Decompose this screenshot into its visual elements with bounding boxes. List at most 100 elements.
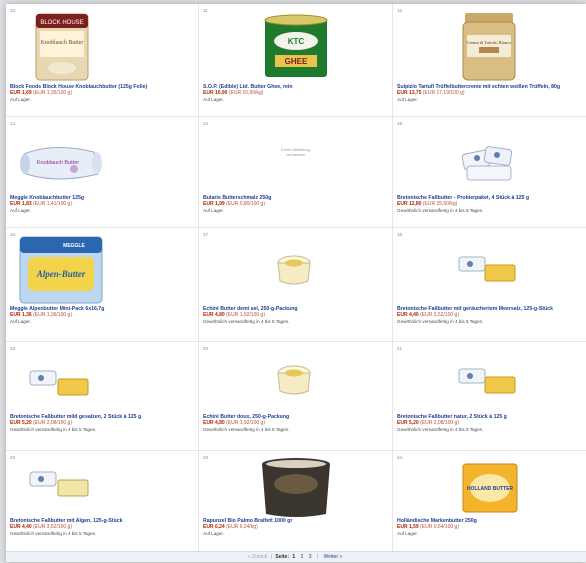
alpen-brand: MEGGLE bbox=[63, 243, 85, 249]
product-unit-price: (EUR 1,35/100 g) bbox=[33, 90, 72, 97]
product-price: EUR 5,20 bbox=[397, 420, 419, 427]
product-listing-page: 10. BLOCK HOUSE Knoblauch Butter Block F… bbox=[6, 4, 586, 562]
product-price: EUR 12,80 bbox=[397, 201, 422, 208]
product-card: 18. Bretonische Faßbutter mit geräuchert… bbox=[393, 228, 586, 342]
butter-block-icon bbox=[458, 256, 516, 282]
product-image-echire-tub[interactable] bbox=[199, 235, 392, 305]
pagination-page-link[interactable]: 2 bbox=[301, 554, 304, 560]
product-price-line: EUR 1,99 (EUR 0,80/100 g) bbox=[203, 201, 388, 208]
tub-icon bbox=[277, 255, 311, 285]
product-card: 21. Bretonische Faßbutter natur, 2 Stück… bbox=[393, 342, 586, 451]
product-card: 23. Rapunzel Bio Palmo Bratfett 1000 gr … bbox=[199, 451, 393, 556]
product-unit-price: (EUR 1,36/100 g) bbox=[33, 312, 72, 319]
product-unit-price: (EUR 2,08/100 g) bbox=[33, 420, 72, 427]
product-card: 10. BLOCK HOUSE Knoblauch Butter Block F… bbox=[6, 4, 199, 117]
pagination-page-link[interactable]: 3 bbox=[309, 554, 312, 560]
bucket-icon bbox=[262, 458, 330, 517]
product-availability: Gewöhnlich versandfertig in 4 bis 5 Tage… bbox=[203, 319, 290, 324]
tin-icon: KTC GHEE bbox=[264, 14, 328, 77]
tin-brand: KTC bbox=[288, 37, 305, 46]
product-card: 24. HOLLAND BUTTER Holländische Markenbu… bbox=[393, 451, 586, 556]
product-price-line: EUR 5,20 (EUR 2,08/100 g) bbox=[397, 420, 582, 427]
product-price-line: EUR 6,24 (EUR 6,24/kg) bbox=[203, 524, 388, 531]
no-image-placeholder: Keine Abbildung vorhanden bbox=[281, 147, 310, 157]
product-price-line: EUR 5,20 (EUR 2,08/100 g) bbox=[10, 420, 194, 427]
product-image-alpen-pack[interactable]: MEGGLE Alpen-Butter bbox=[14, 235, 114, 305]
product-image-butter-pack[interactable] bbox=[393, 235, 586, 305]
product-availability: Gewöhnlich versandfertig in 4 bis 5 Tage… bbox=[397, 427, 484, 432]
jar-icon: BLOCK HOUSE Knoblauch Butter bbox=[35, 13, 89, 81]
product-image-butter-pack[interactable] bbox=[393, 124, 586, 194]
tub-icon bbox=[277, 365, 311, 395]
product-card: 22. Bretonische Faßbutter mit Algen, 125… bbox=[6, 451, 199, 556]
product-info: Bretonische Faßbutter natur, 2 Stück à 1… bbox=[397, 414, 582, 433]
product-price-line: EUR 10,90 (EUR 10,90/kg) bbox=[203, 90, 388, 97]
tin-ghee-word: GHEE bbox=[285, 57, 308, 66]
product-price: EUR 1,69 bbox=[10, 90, 32, 97]
product-image-echire-tub[interactable] bbox=[199, 349, 392, 419]
pagination: « Zurück | Seite: 1 2 3 | Weiter » bbox=[6, 551, 586, 562]
product-image-truffle-jar[interactable]: Crema di Tartufo Bianco bbox=[393, 11, 586, 81]
butter-block-icon bbox=[29, 471, 89, 497]
pagination-next[interactable]: Weiter » bbox=[324, 554, 343, 560]
product-price: EUR 1,83 bbox=[10, 201, 32, 208]
product-price: EUR 6,24 bbox=[203, 524, 225, 531]
pagination-prev: « Zurück bbox=[247, 554, 268, 560]
product-availability: Auf Lager. bbox=[203, 531, 224, 536]
product-card: 13. Knoblauch Butter Meggle Knoblauchbut… bbox=[6, 117, 199, 228]
butter-block-icon bbox=[458, 368, 516, 394]
product-price: EUR 4,80 bbox=[203, 312, 225, 319]
product-price: EUR 5,20 bbox=[10, 420, 32, 427]
product-availability: Gewöhnlich versandfertig in 4 bis 5 Tage… bbox=[397, 319, 484, 324]
product-price-line: EUR 4,80 (EUR 1,92/100 g) bbox=[203, 312, 388, 319]
product-availability: Gewöhnlich versandfertig in 4 bis 5 Tage… bbox=[203, 427, 290, 432]
product-card: 17. Echiré Butter demi sel, 250-g-Packun… bbox=[199, 228, 393, 342]
product-info: Bretonische Faßbutter mit Algen, 125-g-S… bbox=[10, 518, 194, 537]
product-price: EUR 4,80 bbox=[203, 420, 225, 427]
alpen-pack-icon: MEGGLE Alpen-Butter bbox=[19, 236, 103, 304]
product-price-line: EUR 4,40 (EUR 3,52/100 g) bbox=[397, 312, 582, 319]
product-card: 19. Bretonische Faßbutter mild gesalzen,… bbox=[6, 342, 199, 451]
product-price-line: EUR 1,59 (EUR 0,64/100 g) bbox=[397, 524, 582, 531]
product-price-line: EUR 1,36 (EUR 1,36/100 g) bbox=[10, 312, 194, 319]
product-image-butter-pack[interactable] bbox=[14, 349, 114, 419]
product-unit-price: (EUR 1,92/100 g) bbox=[226, 420, 265, 427]
product-info: Bretonische Faßbutter - Probierpaket, 4 … bbox=[397, 195, 582, 214]
product-price-line: EUR 1,69 (EUR 1,35/100 g) bbox=[10, 90, 194, 97]
product-unit-price: (EUR 0,80/100 g) bbox=[226, 201, 265, 208]
butter-block-icon bbox=[29, 370, 89, 396]
product-info: Sulpizio Tartufi Trüffelbuttercreme mit … bbox=[397, 84, 582, 103]
product-price: EUR 1,36 bbox=[10, 312, 32, 319]
roll-label: Knoblauch Butter bbox=[37, 160, 79, 166]
product-info: Block Foods Block House Knoblauchbutter … bbox=[10, 84, 194, 103]
product-availability: Auf Lager. bbox=[10, 97, 31, 102]
product-image-ghee-tin[interactable]: KTC GHEE bbox=[199, 11, 392, 81]
product-unit-price: (EUR 3,52/100 g) bbox=[33, 524, 72, 531]
product-info: Bretonische Faßbutter mit geräuchertem M… bbox=[397, 306, 582, 325]
pagination-label: Seite: bbox=[275, 554, 290, 560]
product-image-knoblauch-jar[interactable]: BLOCK HOUSE Knoblauch Butter bbox=[14, 11, 114, 81]
product-availability: Auf Lager. bbox=[397, 531, 418, 536]
product-availability: Gewöhnlich versandfertig in 4 bis 5 Tage… bbox=[10, 427, 97, 432]
product-availability: Auf Lager. bbox=[203, 97, 224, 102]
product-unit-price: (EUR 17,19/100 g) bbox=[422, 90, 465, 97]
product-availability: Auf Lager. bbox=[203, 208, 224, 213]
dutch-butter-icon: HOLLAND BUTTER bbox=[462, 463, 518, 513]
product-image-butter-pack[interactable] bbox=[393, 349, 586, 419]
product-unit-price: (EUR 3,52/100 g) bbox=[420, 312, 459, 319]
product-card: 14. Keine Abbildung vorhanden Butaris Bu… bbox=[199, 117, 393, 228]
product-info: Echiré Butter demi sel, 250-g-Packung EU… bbox=[203, 306, 388, 325]
product-info: Rapunzel Bio Palmo Bratfett 1000 gr EUR … bbox=[203, 518, 388, 537]
product-price: EUR 4,40 bbox=[10, 524, 32, 531]
product-image-butter-roll[interactable]: Knoblauch Butter bbox=[14, 124, 114, 194]
jar-brand: BLOCK HOUSE bbox=[40, 20, 83, 26]
product-card: 15. Bretonische Faßbutter - Probierpaket… bbox=[393, 117, 586, 228]
product-price: EUR 10,90 bbox=[203, 90, 228, 97]
product-info: Bretonische Faßbutter mild gesalzen, 2 S… bbox=[10, 414, 194, 433]
product-info: Meggle Alpenbutter Mini-Pack 6x16,7g EUR… bbox=[10, 306, 194, 325]
butter-roll-icon: Knoblauch Butter bbox=[20, 146, 102, 180]
product-price-line: EUR 13,75 (EUR 17,19/100 g) bbox=[397, 90, 582, 97]
truffle-label: Crema di Tartufo Bianco bbox=[467, 40, 512, 45]
product-price: EUR 4,40 bbox=[397, 312, 419, 319]
product-unit-price: (EUR 25,60/kg) bbox=[422, 201, 458, 208]
